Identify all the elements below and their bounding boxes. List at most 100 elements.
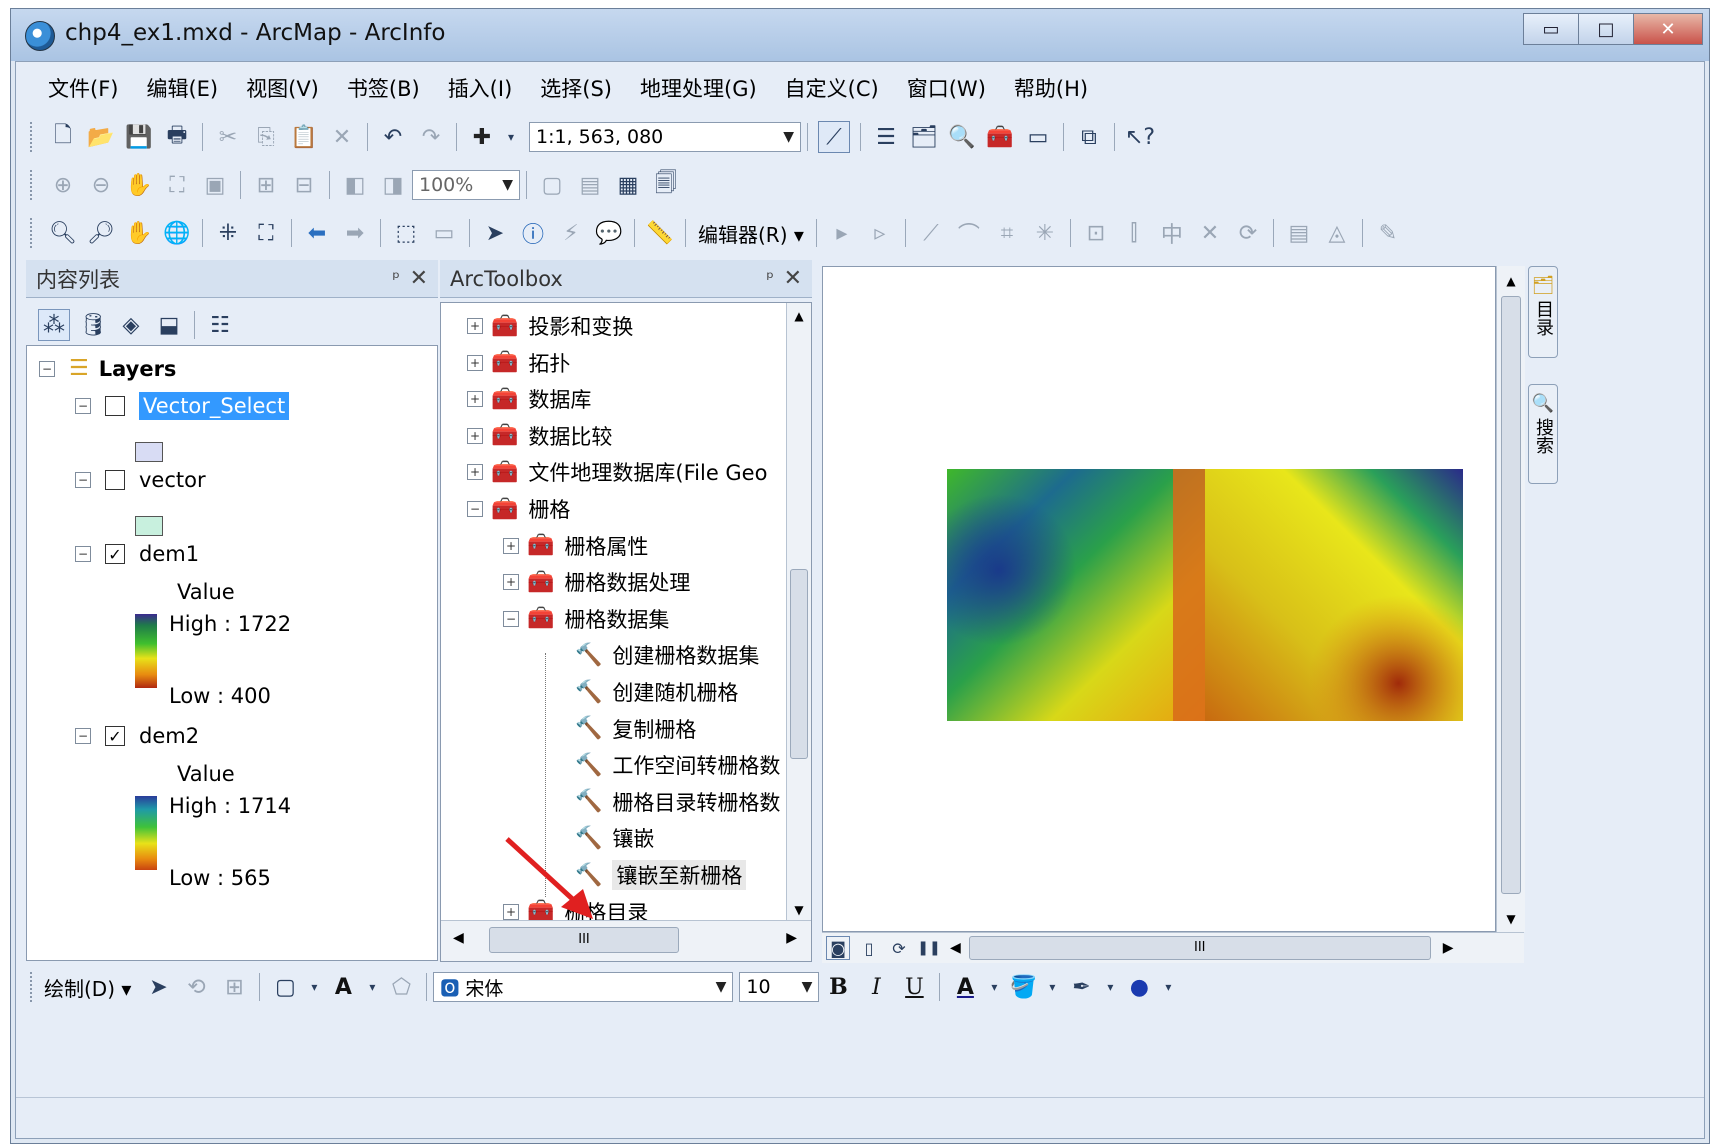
font-size-combo[interactable]: 10 ▼ xyxy=(739,972,820,1002)
map-vertical-scrollbar[interactable]: ▲ ▼ xyxy=(1496,266,1525,932)
marker-color-icon[interactable]: ● xyxy=(1124,972,1154,1002)
options-icon[interactable]: ☷ xyxy=(205,310,235,340)
fill-color-dropdown-icon[interactable]: ▾ xyxy=(1046,972,1058,1002)
toolbox-tool-item[interactable]: 🔨 栅格目录转栅格数 xyxy=(575,787,780,817)
layer-dem1[interactable]: − ✓ dem1 xyxy=(75,542,199,566)
point-icon[interactable]: ✳ xyxy=(1030,218,1060,248)
save-icon[interactable]: 💾 xyxy=(124,122,154,152)
draw-menu[interactable]: 绘制(D) ▾ xyxy=(44,973,131,1002)
menu-selection[interactable]: 选择(S) xyxy=(526,73,626,103)
line-color-dropdown-icon[interactable]: ▾ xyxy=(1104,972,1116,1002)
python-window-icon[interactable]: ▭ xyxy=(1023,122,1053,152)
font-color-button[interactable]: A xyxy=(950,972,980,1002)
layout-zoom-out-icon[interactable]: ⊖ xyxy=(86,170,116,200)
expand-icon[interactable]: + xyxy=(467,318,483,334)
fixed-zoom-in-map-icon[interactable]: ⁜ xyxy=(213,218,243,248)
list-by-visibility-icon[interactable]: ◈ xyxy=(116,310,146,340)
marker-color-dropdown-icon[interactable]: ▾ xyxy=(1162,972,1174,1002)
print-icon[interactable]: 🖶 xyxy=(162,122,192,152)
cut-polygons-icon[interactable]: 中 xyxy=(1157,218,1187,248)
toggle-draft-mode-icon[interactable]: ▢ xyxy=(537,170,567,200)
font-combo[interactable]: 🅾 宋体 ▼ xyxy=(433,972,734,1002)
collapse-icon[interactable]: − xyxy=(39,360,55,377)
measure-icon[interactable]: 📏 xyxy=(645,218,675,248)
scroll-right-icon[interactable]: ▶ xyxy=(1443,940,1454,956)
select-features-icon[interactable]: ⬚ xyxy=(391,218,421,248)
zoom-100-icon[interactable]: ▣ xyxy=(200,170,230,200)
undo-icon[interactable]: ↶ xyxy=(378,122,408,152)
menu-bookmarks[interactable]: 书签(B) xyxy=(333,73,434,103)
close-icon[interactable]: ✕ xyxy=(410,266,428,291)
search-window-icon[interactable]: 🔍 xyxy=(947,122,977,152)
sketch-properties-icon[interactable]: ◬ xyxy=(1322,218,1352,248)
layer-vector[interactable]: − vector xyxy=(75,468,206,492)
text-icon[interactable]: A xyxy=(328,972,358,1002)
attributes-icon[interactable]: ▤ xyxy=(1284,218,1314,248)
list-by-drawing-order-icon[interactable]: ⁂ xyxy=(38,309,70,341)
straight-segment-icon[interactable]: ⟋ xyxy=(916,218,946,248)
collapse-icon[interactable]: − xyxy=(467,501,483,517)
list-by-source-icon[interactable]: 🛢 xyxy=(78,310,108,340)
toolbar-grip[interactable] xyxy=(30,122,36,152)
split-icon[interactable]: ✕ xyxy=(1195,218,1225,248)
pause-drawing-icon[interactable]: ❚❚ xyxy=(917,937,940,959)
fixed-zoom-out-map-icon[interactable]: ⛶ xyxy=(251,218,281,248)
layout-zoom-combo[interactable]: 100% ▼ xyxy=(412,170,520,200)
scroll-down-icon[interactable]: ▼ xyxy=(787,903,811,917)
redo-icon[interactable]: ↷ xyxy=(416,122,446,152)
full-extent-icon[interactable]: 🌐 xyxy=(162,218,192,248)
add-data-icon[interactable]: ✚ xyxy=(467,122,497,152)
fill-color-icon[interactable]: 🪣 xyxy=(1008,972,1038,1002)
expand-icon[interactable]: + xyxy=(467,464,483,481)
toolbox-toolset-item[interactable]: + 🧰 拓扑 xyxy=(467,348,570,378)
toolbox-tool-item[interactable]: 🔨 创建随机栅格 xyxy=(575,677,738,707)
expand-icon[interactable]: + xyxy=(503,574,519,591)
go-forward-icon[interactable]: ➡ xyxy=(340,218,370,248)
expand-icon[interactable]: + xyxy=(503,537,519,554)
trace-icon[interactable]: ⌗ xyxy=(992,218,1022,248)
layer-vector-select[interactable]: − Vector_Select xyxy=(75,392,290,420)
end-point-arc-icon[interactable]: ⌒ xyxy=(954,218,984,248)
scroll-right-icon[interactable]: ▶ xyxy=(786,930,797,946)
html-popup-icon[interactable]: 💬 xyxy=(594,218,624,248)
fixed-zoom-in-icon[interactable]: ⊞ xyxy=(251,170,281,200)
pin-icon[interactable]: ᵖ xyxy=(392,268,400,289)
toolbox-tool-item[interactable]: 🔨 工作空间转栅格数 xyxy=(575,750,780,780)
minimize-button[interactable]: ▭ xyxy=(1523,13,1579,45)
zoom-whole-page-icon[interactable]: ⛶ xyxy=(162,170,192,200)
layout-zoom-in-icon[interactable]: ⊕ xyxy=(48,170,78,200)
layer-visibility-checkbox[interactable] xyxy=(105,396,125,416)
bold-button[interactable]: B xyxy=(823,972,853,1002)
layer-visibility-checkbox[interactable]: ✓ xyxy=(105,726,125,746)
layout-view-icon[interactable]: ▯ xyxy=(858,937,880,959)
map-hscroll-thumb[interactable]: III xyxy=(968,936,1431,960)
reshape-icon[interactable]: ⫿ xyxy=(1119,218,1149,248)
collapse-icon[interactable]: − xyxy=(75,728,91,744)
toolbox-vertical-scrollbar[interactable]: ▲ ▼ xyxy=(786,303,811,921)
toolbox-tool-item[interactable]: 🔨 创建栅格数据集 xyxy=(575,640,759,670)
toolbox-horizontal-scrollbar[interactable]: ◀ III ▶ xyxy=(441,920,811,961)
collapse-icon[interactable]: − xyxy=(75,472,91,488)
zoom-out-icon[interactable]: 🔎︎ xyxy=(86,218,116,248)
table-of-contents-icon[interactable]: ☰ xyxy=(871,122,901,152)
edit-vertices-icon[interactable]: ⬠ xyxy=(386,972,416,1002)
polygon-symbol-swatch[interactable] xyxy=(135,442,163,462)
maximize-button[interactable]: □ xyxy=(1578,13,1634,45)
whats-this-help-icon[interactable]: ↖? xyxy=(1125,122,1155,152)
edit-vertices-icon[interactable]: ⊡ xyxy=(1081,218,1111,248)
cut-icon[interactable]: ✂ xyxy=(213,122,243,152)
expand-icon[interactable]: + xyxy=(467,427,483,444)
next-extent-icon[interactable]: ◨ xyxy=(378,170,408,200)
scroll-thumb[interactable] xyxy=(790,569,808,759)
previous-extent-icon[interactable]: ◧ xyxy=(340,170,370,200)
open-folder-icon[interactable]: 📂 xyxy=(86,122,116,152)
arctoolbox-icon[interactable]: 🧰 xyxy=(985,122,1015,152)
search-side-tab[interactable]: 🔍 搜索 xyxy=(1528,384,1558,484)
menu-help[interactable]: 帮助(H) xyxy=(1000,73,1102,103)
data-view-icon[interactable]: ◙ xyxy=(826,936,850,960)
zoom-in-icon[interactable]: 🔍︎ xyxy=(48,218,78,248)
expand-icon[interactable]: + xyxy=(467,354,483,371)
pan-icon[interactable]: ✋ xyxy=(124,218,154,248)
zoom-to-selected-elements-icon[interactable]: ⊞ xyxy=(219,972,249,1002)
map-scale-combo[interactable]: 1:1, 563, 080 ▼ xyxy=(529,122,801,152)
